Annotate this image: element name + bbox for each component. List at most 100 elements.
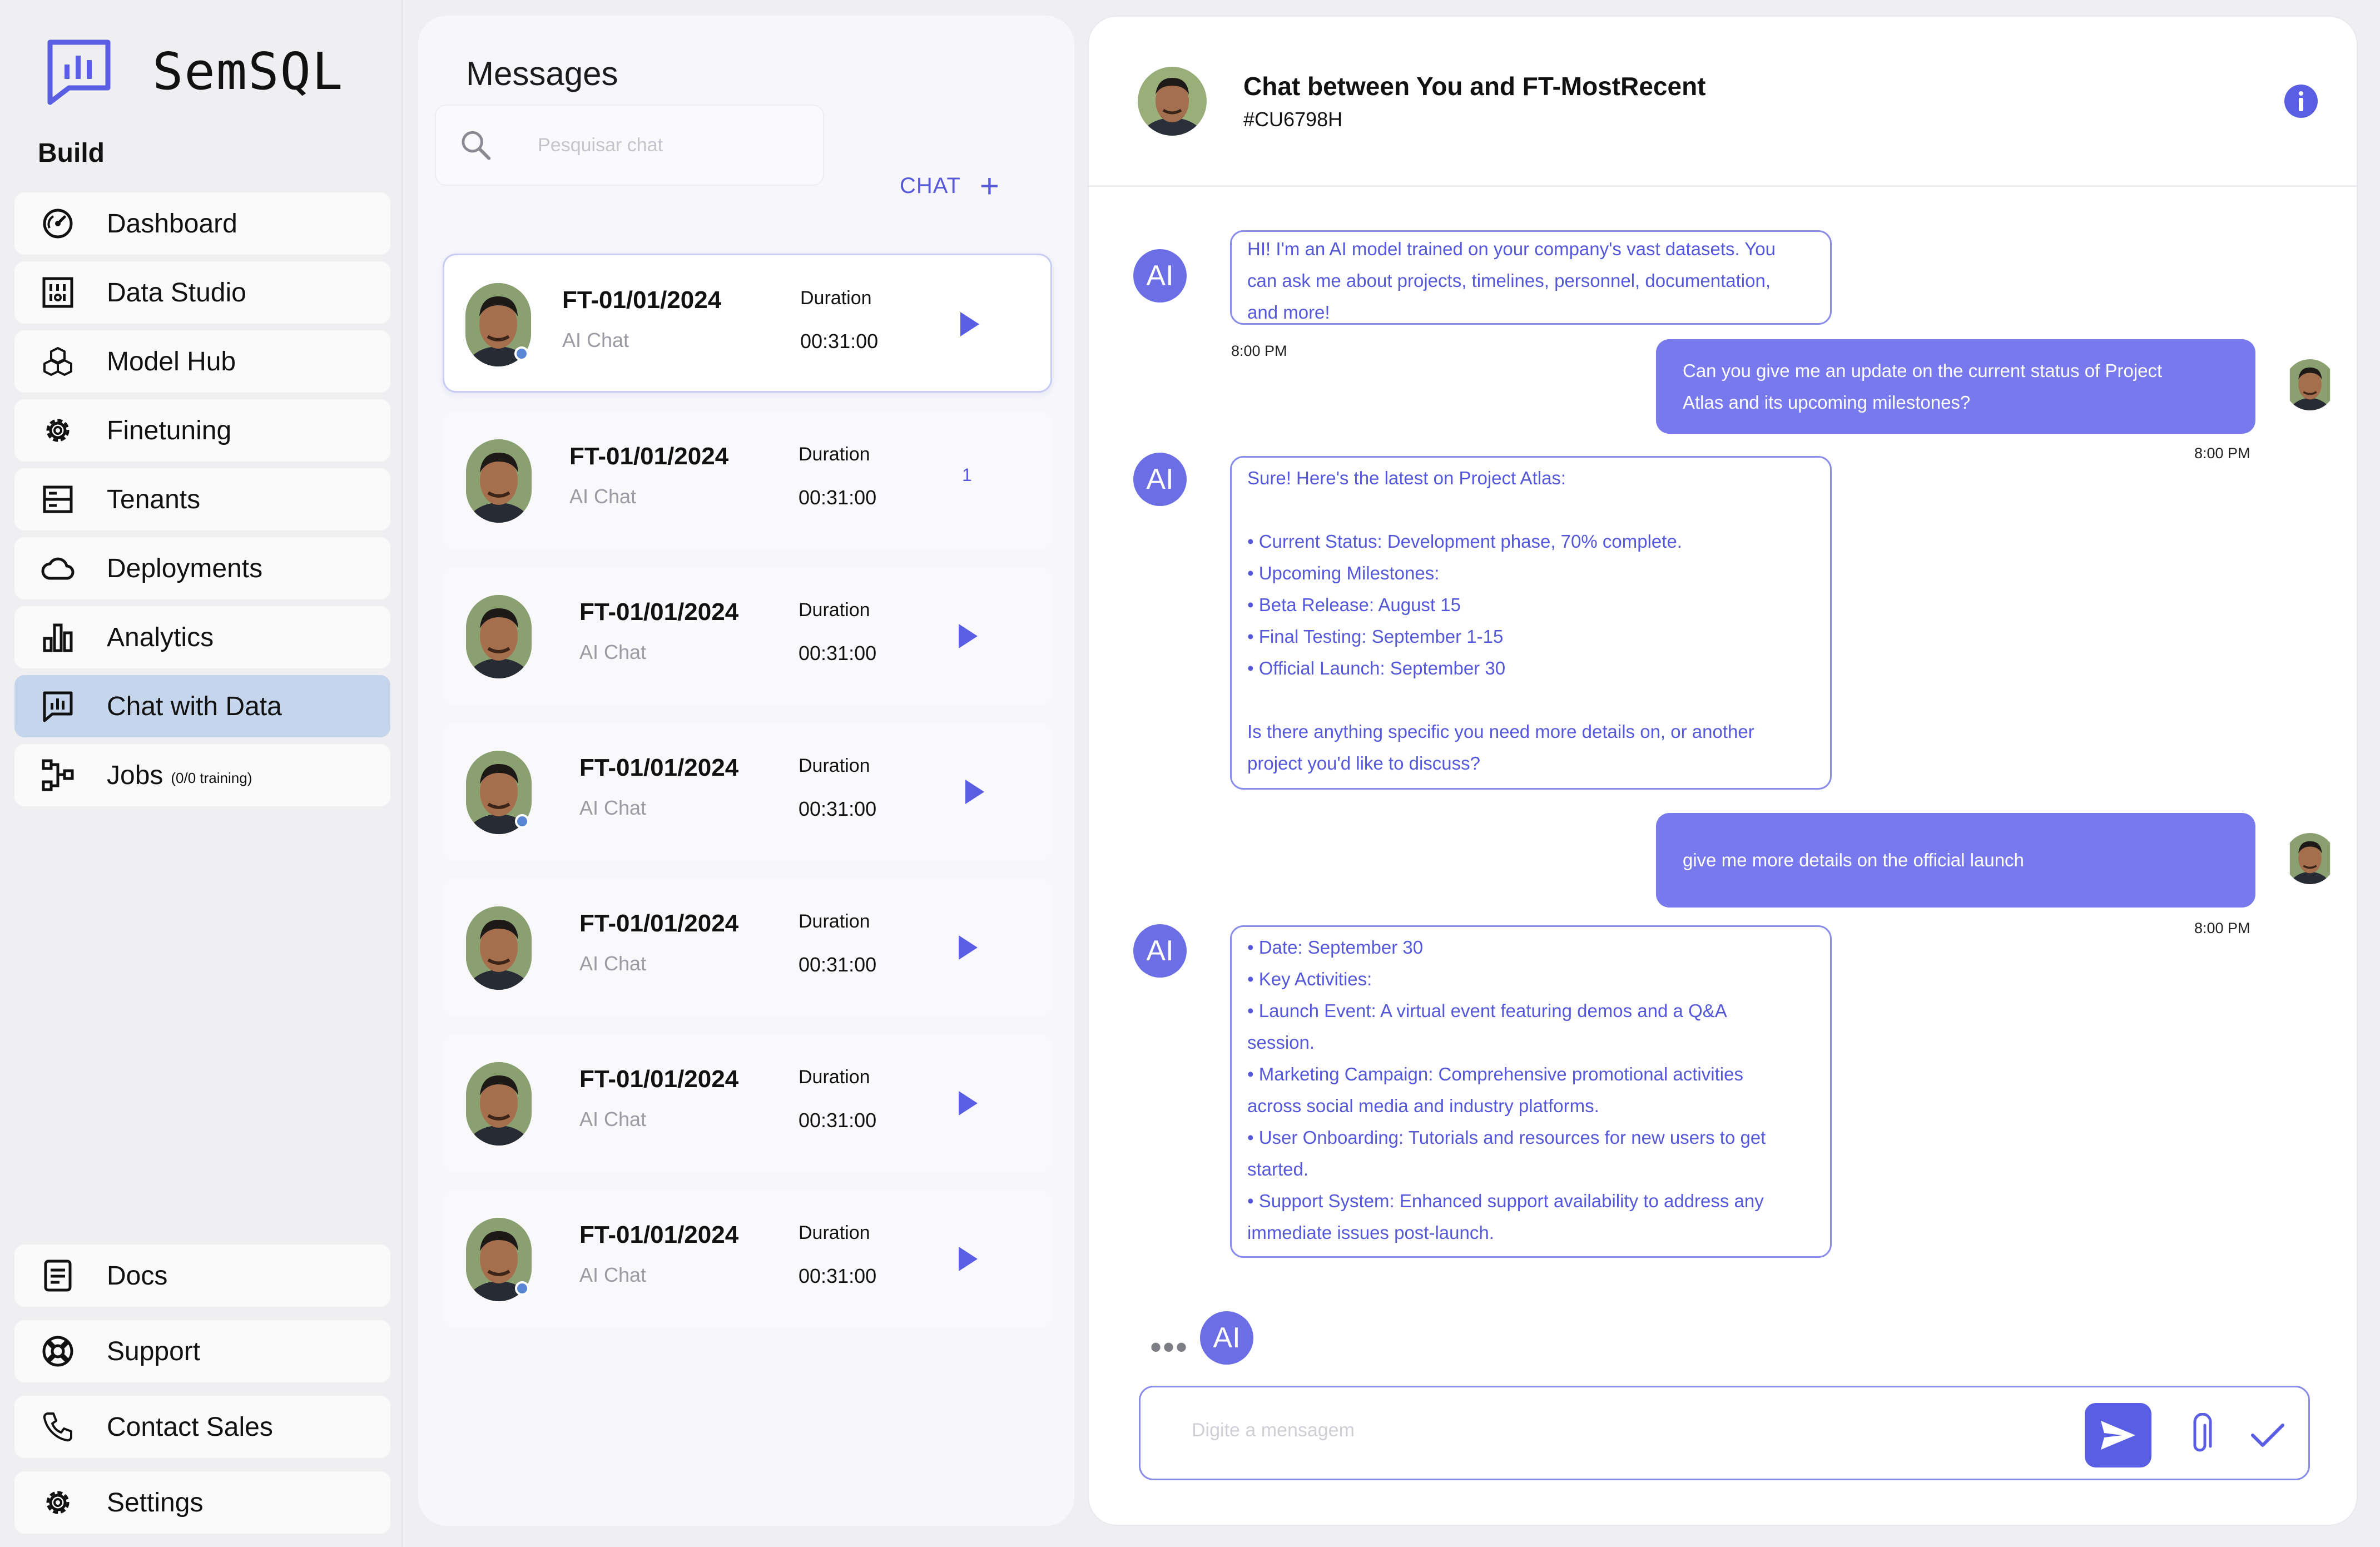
nav-item-deployments[interactable]: Deployments (14, 537, 390, 599)
nav-item-chat-with-data[interactable]: Chat with Data (14, 675, 390, 737)
nav-item-analytics[interactable]: Analytics (14, 606, 390, 668)
paperclip-icon[interactable] (2186, 1413, 2214, 1457)
message-line: • Beta Release: August 15 (1247, 594, 1461, 615)
conversation-avatar (466, 439, 532, 523)
duration-value: 00:31:00 (799, 486, 877, 509)
conversation-name: FT-01/01/2024 (579, 910, 739, 937)
message-line: Sure! Here's the latest on Project Atlas… (1247, 468, 1566, 488)
nav-label: Support (107, 1336, 201, 1366)
ai-avatar: AI (1133, 924, 1187, 978)
ai-avatar: AI (1133, 249, 1187, 303)
duration-value: 00:31:00 (799, 1109, 877, 1132)
duration-label: Duration (799, 599, 870, 621)
conversation-subtitle: AI Chat (579, 952, 647, 975)
person-avatar-icon (466, 906, 532, 990)
person-avatar-icon (466, 439, 532, 523)
message-composer (1139, 1386, 2310, 1480)
typing-indicator: ••• (1150, 1328, 1189, 1366)
conversation-name: FT-01/01/2024 (579, 754, 739, 781)
ai-typing-avatar: AI (1200, 1311, 1253, 1365)
contact-avatar[interactable] (1138, 67, 1207, 136)
conversation-avatar (466, 595, 532, 678)
conversation-item[interactable]: FT-01/01/2024 AI Chat Duration 00:31:00 (443, 1190, 1052, 1329)
new-chat-label: CHAT (900, 173, 961, 198)
nav-item-tenants[interactable]: Tenants (14, 468, 390, 530)
play-icon[interactable] (956, 934, 979, 961)
message-timestamp: 8:00 PM (1231, 343, 1287, 359)
nav-item-settings[interactable]: Settings (14, 1471, 390, 1534)
chat-id: #CU6798H (1243, 108, 1343, 131)
bar-chart-icon (41, 621, 75, 654)
nav-label: Data Studio (107, 277, 246, 308)
gear-icon (41, 1486, 75, 1519)
message-line: across social media and industry platfor… (1247, 1095, 1599, 1116)
nav-item-docs[interactable]: Docs (14, 1244, 390, 1307)
play-icon[interactable] (958, 311, 980, 338)
duration-label: Duration (799, 755, 870, 776)
message-input[interactable] (1192, 1420, 2026, 1441)
conversation-item[interactable]: FT-01/01/2024 AI Chat Duration 00:31:00 (443, 254, 1052, 393)
nav-item-model-hub[interactable]: Model Hub (14, 330, 390, 393)
message-line: • Marketing Campaign: Comprehensive prom… (1247, 1064, 1743, 1084)
user-avatar (2284, 833, 2336, 884)
message-line: • User Onboarding: Tutorials and resourc… (1247, 1127, 1766, 1148)
message-line: • Support System: Enhanced support avail… (1247, 1191, 1764, 1211)
brand-name: SemSQL (152, 41, 344, 101)
conversation-subtitle: AI Chat (579, 641, 647, 663)
conversation-name: FT-01/01/2024 (579, 1221, 739, 1248)
conversation-item[interactable]: FT-01/01/2024 AI Chat Duration 00:31:00 1 (443, 411, 1052, 551)
nav-item-support[interactable]: Support (14, 1320, 390, 1382)
check-icon[interactable] (2250, 1422, 2285, 1449)
chat-header: Chat between You and FT-MostRecent #CU67… (1089, 17, 2357, 187)
conversation-item[interactable]: FT-01/01/2024 AI Chat Duration 00:31:00 (443, 1034, 1052, 1173)
cloud-icon (41, 552, 75, 585)
info-icon[interactable] (2283, 83, 2319, 119)
person-avatar-icon (466, 595, 532, 678)
message-line (1247, 494, 1814, 525)
duration-value: 00:31:00 (799, 953, 877, 976)
nav-label: Model Hub (107, 346, 236, 376)
duration-value: 00:31:00 (800, 330, 879, 353)
online-status-dot (515, 1281, 529, 1296)
ai-avatar: AI (1133, 453, 1187, 506)
search-icon (462, 131, 491, 160)
workflow-icon (41, 758, 75, 792)
play-icon[interactable] (956, 1246, 979, 1272)
chat-search[interactable] (435, 105, 824, 186)
conversation-name: FT-01/01/2024 (569, 443, 729, 470)
message-timestamp: 8:00 PM (2194, 445, 2250, 462)
plus-icon: + (979, 167, 1000, 205)
message-line: • Official Launch: September 30 (1247, 658, 1506, 678)
conversation-item[interactable]: FT-01/01/2024 AI Chat Duration 00:31:00 (443, 723, 1052, 862)
nav-item-dashboard[interactable]: Dashboard (14, 192, 390, 255)
play-icon[interactable] (956, 1090, 979, 1117)
send-button[interactable] (2085, 1403, 2151, 1467)
nav-item-data-studio[interactable]: Data Studio (14, 261, 390, 324)
gear-icon (41, 414, 75, 447)
conversation-name: FT-01/01/2024 (579, 598, 739, 626)
section-label-build: Build (38, 138, 105, 168)
chat-panel: Chat between You and FT-MostRecent #CU67… (1088, 16, 2358, 1526)
search-input[interactable] (538, 134, 823, 156)
new-chat-button[interactable]: CHAT + (900, 167, 1000, 205)
person-avatar-icon (1138, 67, 1207, 136)
conversation-item[interactable]: FT-01/01/2024 AI Chat Duration 00:31:00 (443, 567, 1052, 706)
ai-message-bubble: HI! I'm an AI model trained on your comp… (1230, 230, 1832, 325)
online-status-dot (514, 346, 529, 361)
message-line: • Key Activities: (1247, 969, 1372, 989)
play-icon[interactable] (956, 623, 979, 649)
user-avatar (2284, 359, 2336, 410)
nav-item-jobs[interactable]: Jobs (0/0 training) (14, 744, 390, 806)
nav-item-contact-sales[interactable]: Contact Sales (14, 1396, 390, 1458)
conversation-item[interactable]: FT-01/01/2024 AI Chat Duration 00:31:00 (443, 879, 1052, 1018)
conversation-subtitle: AI Chat (579, 1263, 647, 1286)
messages-title: Messages (466, 55, 618, 92)
lifebuoy-icon (41, 1335, 75, 1368)
play-icon[interactable] (963, 779, 985, 805)
nav-label: Analytics (107, 622, 214, 652)
person-avatar-icon (2289, 833, 2331, 884)
chat-chart-icon (41, 690, 75, 723)
document-icon (41, 1259, 75, 1292)
nav-item-finetuning[interactable]: Finetuning (14, 399, 390, 462)
brand[interactable]: SemSQL (44, 37, 344, 106)
